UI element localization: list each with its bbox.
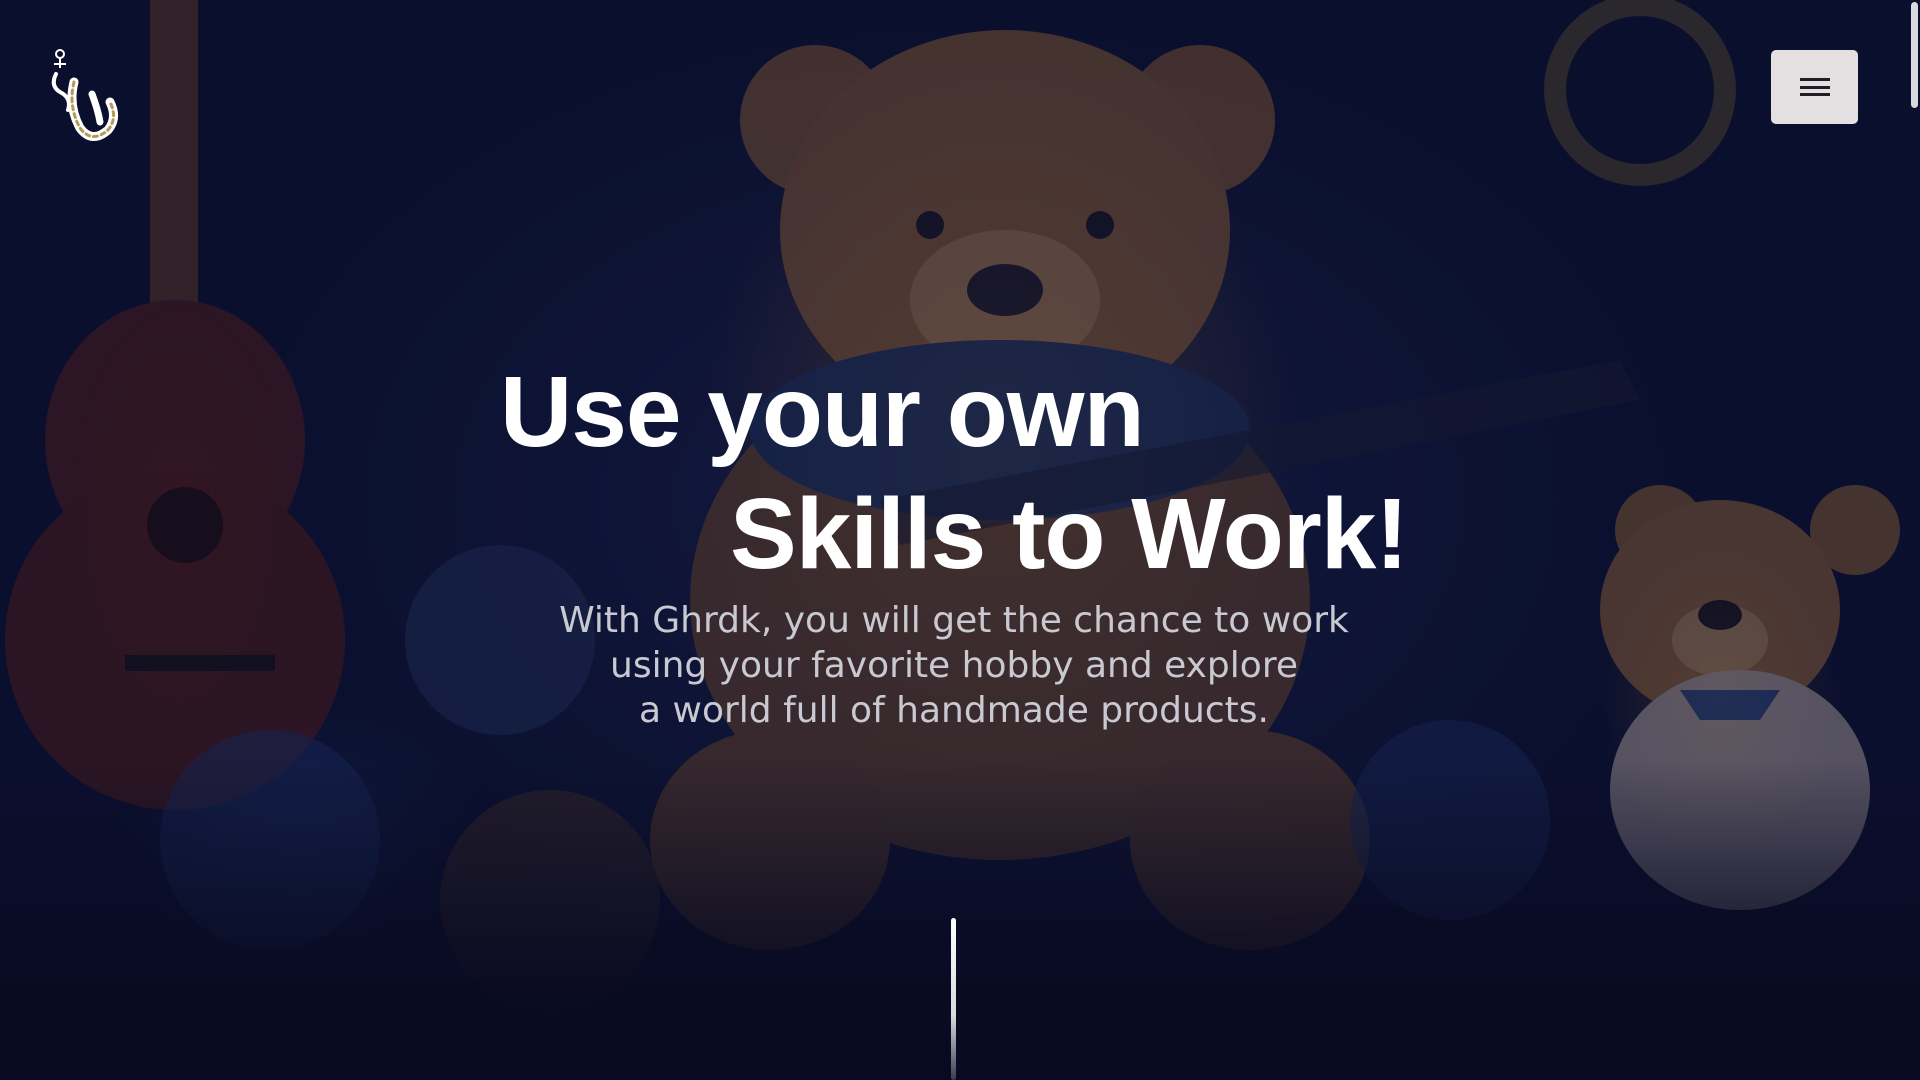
scrollbar-thumb[interactable] bbox=[1911, 2, 1918, 108]
hamburger-menu-icon bbox=[1799, 78, 1830, 96]
hero-subtext-line: With Ghrdk, you will get the chance to w… bbox=[559, 600, 1349, 641]
scroll-down-line-icon[interactable] bbox=[951, 918, 956, 1080]
bottom-gradient-overlay bbox=[0, 760, 1920, 1080]
hero-section: Use your own Skills to Work! With Ghrdk,… bbox=[0, 0, 1920, 1080]
ghrdk-logo-icon[interactable] bbox=[46, 46, 124, 142]
hero-subtext-line: using your favorite hobby and explore bbox=[610, 645, 1298, 686]
hero-headline-line1: Use your own bbox=[500, 356, 1145, 468]
page-scrollbar[interactable] bbox=[1908, 0, 1920, 1080]
menu-button[interactable] bbox=[1771, 50, 1858, 124]
hero-subtext-line: a world full of handmade products. bbox=[639, 690, 1269, 731]
hero-subtext: With Ghrdk, you will get the chance to w… bbox=[460, 598, 1448, 733]
hero-headline-line2: Skills to Work! bbox=[730, 478, 1409, 590]
